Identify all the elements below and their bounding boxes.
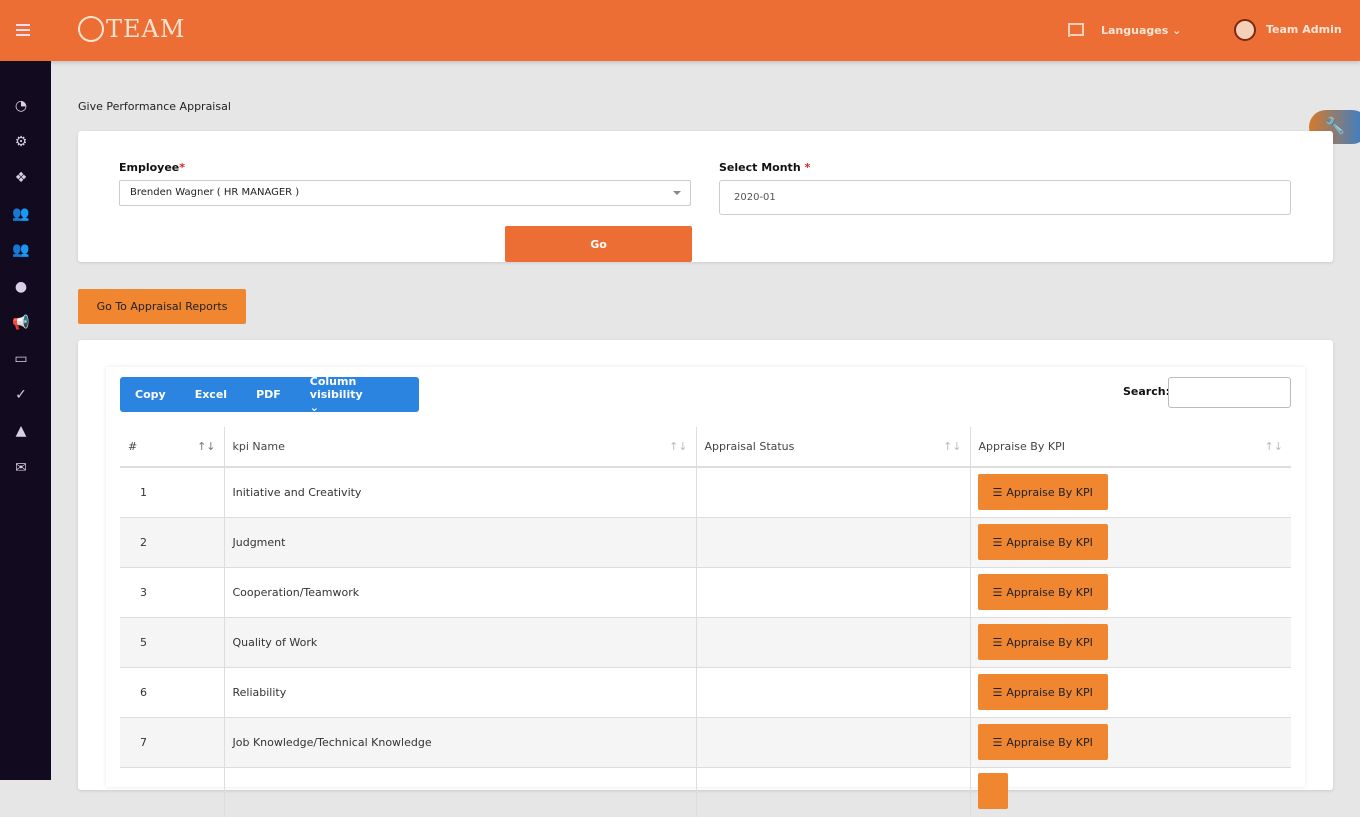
search-label: Search: xyxy=(1123,385,1170,398)
appraise-by-kpi-button[interactable]: ☰ Appraise By KPI xyxy=(977,624,1108,660)
chevron-down-icon xyxy=(673,191,681,199)
languages-dropdown[interactable]: Languages ⌄ xyxy=(1101,24,1181,37)
sidebar: ◔ ⚙ ❖ 👥 👥 ● 📢 ▭ ✓ ▲ ✉ xyxy=(0,61,51,780)
appraise-by-kpi-button[interactable]: ☰ Appraise By KPI xyxy=(977,674,1108,710)
table-row: 7 Job Knowledge/Technical Knowledge ☰ App… xyxy=(120,716,1291,767)
employee-select[interactable]: Brenden Wagner ( HR MANAGER ) xyxy=(119,180,691,206)
appraise-by-kpi-button[interactable] xyxy=(977,772,1008,809)
users-icon[interactable]: 👥 xyxy=(12,207,30,221)
row-number: 5 xyxy=(120,616,224,667)
list-icon: ☰ xyxy=(992,485,1003,499)
sort-icon: ↑↓ xyxy=(943,440,962,453)
appraisal-status xyxy=(695,466,970,517)
sort-icon: ↑↓ xyxy=(1264,440,1283,453)
excel-button[interactable]: Excel xyxy=(195,388,227,401)
appraisal-reports-button[interactable]: Go To Appraisal Reports xyxy=(78,289,246,324)
flag-icon[interactable] xyxy=(1068,23,1084,37)
kpi-name: Job Knowledge/Technical Knowledge xyxy=(223,716,696,767)
sort-icon: ↑↓ xyxy=(669,440,688,453)
appraisal-status xyxy=(695,516,970,567)
list-icon: ☰ xyxy=(992,735,1003,749)
settings-icon[interactable]: ⚙ xyxy=(12,135,30,149)
row-number: 3 xyxy=(120,566,224,617)
appraise-by-kpi-button[interactable]: ☰ Appraise By KPI xyxy=(977,524,1108,560)
col-header-appraise-by-kpi[interactable]: Appraise By KPI ↑↓ xyxy=(969,427,1291,468)
appraisal-status xyxy=(695,716,970,767)
appraise-by-kpi-button[interactable]: ☰ Appraise By KPI xyxy=(977,724,1108,760)
user-name[interactable]: Team Admin xyxy=(1266,23,1342,36)
ticket-icon[interactable]: ▭ xyxy=(12,352,30,366)
avatar[interactable] xyxy=(1234,19,1256,41)
column-visibility-button[interactable]: Column visibility ⌄ xyxy=(310,375,392,414)
logo-mark-icon xyxy=(78,16,104,42)
megaphone-icon[interactable]: 📢 xyxy=(12,316,30,330)
appraisal-status xyxy=(695,616,970,667)
table-row: 2 Judgment ☰ Appraise By KPI xyxy=(120,516,1291,567)
col-header-number[interactable]: # ↑↓ xyxy=(120,427,224,468)
team-icon[interactable]: 👥 xyxy=(12,243,30,257)
row-number: 6 xyxy=(120,666,224,717)
kpi-name: Reliability xyxy=(223,666,696,717)
appraise-by-kpi-button[interactable]: ☰ Appraise By KPI xyxy=(977,474,1108,511)
kpi-name: Initiative and Creativity xyxy=(223,466,696,517)
page-title: Give Performance Appraisal xyxy=(78,100,231,113)
employee-value: Brenden Wagner ( HR MANAGER ) xyxy=(130,187,300,198)
user-icon[interactable]: ● xyxy=(12,280,30,294)
boxes-icon[interactable]: ❖ xyxy=(12,171,30,185)
kpi-table: # ↑↓ kpi Name ↑↓ Appraisal Status ↑↓ Apprai… xyxy=(120,427,1291,817)
col-header-appraisal-status[interactable]: Appraisal Status ↑↓ xyxy=(695,427,970,468)
employee-label: Employee* xyxy=(119,161,186,174)
col-header-kpi-name[interactable]: kpi Name ↑↓ xyxy=(223,427,696,468)
languages-label: Languages xyxy=(1101,24,1169,37)
export-toolbar: Copy Excel PDF Column visibility ⌄ xyxy=(120,375,419,414)
copy-button[interactable]: Copy xyxy=(135,388,166,401)
row-number: 2 xyxy=(120,516,224,567)
search-input[interactable] xyxy=(1168,377,1291,408)
menu-icon[interactable] xyxy=(16,24,30,36)
kpi-name: Cooperation/Teamwork xyxy=(223,566,696,617)
appraisal-status xyxy=(695,666,970,717)
kpi-name: Judgment xyxy=(223,516,696,567)
mail-icon[interactable]: ✉ xyxy=(12,461,30,475)
month-input[interactable]: 2020-01 xyxy=(719,180,1291,215)
appraisal-status xyxy=(695,566,970,617)
table-row: 1 Initiative and Creativity ☰ Appraise By… xyxy=(120,466,1291,517)
appraise-by-kpi-button[interactable]: ☰ Appraise By KPI xyxy=(977,574,1108,610)
sort-icon: ↑↓ xyxy=(197,440,216,453)
row-number: 1 xyxy=(120,466,224,517)
list-icon: ☰ xyxy=(992,635,1003,649)
pdf-button[interactable]: PDF xyxy=(256,388,281,401)
check-circle-icon[interactable]: ✓ xyxy=(12,388,30,402)
table-row: 3 Cooperation/Teamwork ☰ Appraise By KPI xyxy=(120,566,1291,617)
dashboard-icon[interactable]: ◔ xyxy=(12,99,30,113)
month-label: Select Month * xyxy=(719,161,811,174)
table-row: 6 Reliability ☰ Appraise By KPI xyxy=(120,666,1291,717)
row-number: 7 xyxy=(120,716,224,767)
top-bar: TEAM Languages ⌄ Team Admin xyxy=(0,0,1360,61)
spy-icon[interactable]: ▲ xyxy=(12,424,30,438)
go-button[interactable]: Go xyxy=(505,226,692,262)
list-icon: ☰ xyxy=(992,535,1003,549)
list-icon: ☰ xyxy=(992,685,1003,699)
kpi-name: Quality of Work xyxy=(223,616,696,667)
table-row: 5 Quality of Work ☰ Appraise By KPI xyxy=(120,616,1291,667)
list-icon: ☰ xyxy=(992,585,1003,599)
logo-text: TEAM xyxy=(106,15,186,43)
table-row xyxy=(120,766,1291,817)
logo[interactable]: TEAM xyxy=(78,15,185,43)
